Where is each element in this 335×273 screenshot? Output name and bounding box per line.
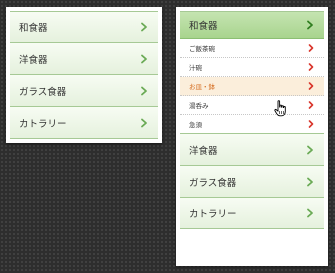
category-menu-expanded: 和食器 ご飯茶碗 汁碗 お皿・鉢 湯呑み 急須 洋食器 ガラス食器 カトラリー [176,7,328,266]
submenu-item-soup-bowl[interactable]: 汁碗 [180,58,324,77]
menu-item-glass[interactable]: ガラス食器 [180,166,324,198]
menu-item-label: 和食器 [189,21,218,32]
menu-item-label: 洋食器 [19,54,48,66]
submenu-item-teapot[interactable]: 急須 [180,115,324,134]
category-menu: 和食器 洋食器 ガラス食器 カトラリー [10,11,158,139]
submenu-item-label: お皿・鉢 [189,83,215,91]
chevron-right-icon [308,82,314,90]
chevron-right-icon [141,86,147,95]
menu-item-cutlery[interactable]: カトラリー [10,107,158,139]
menu-item-yoshokki[interactable]: 洋食器 [10,43,158,75]
chevron-right-icon [307,20,313,30]
chevron-right-icon [141,54,147,63]
chevron-right-icon [307,177,313,186]
menu-item-label: カトラリー [189,209,237,220]
category-menu: 和食器 ご飯茶碗 汁碗 お皿・鉢 湯呑み 急須 洋食器 ガラス食器 カトラリー [180,11,324,229]
menu-item-cutlery[interactable]: カトラリー [180,198,324,229]
category-menu-collapsed: 和食器 洋食器 ガラス食器 カトラリー [6,7,162,143]
menu-item-label: 和食器 [19,23,48,34]
submenu-item-label: ご飯茶碗 [189,45,215,53]
submenu-item-rice-bowl[interactable]: ご飯茶碗 [180,39,324,58]
chevron-right-icon [307,145,313,154]
hand-pointer-icon [274,100,286,117]
chevron-right-icon [308,101,314,109]
submenu-item-teacup[interactable]: 湯呑み [180,96,324,115]
chevron-right-icon [308,63,314,71]
chevron-right-icon [308,44,314,52]
menu-item-label: カトラリー [19,118,67,130]
chevron-right-icon [141,118,147,127]
menu-item-label: ガラス食器 [189,177,237,189]
submenu-item-label: 急須 [189,121,202,129]
menu-item-washokki-active[interactable]: 和食器 [180,11,324,39]
menu-item-glass[interactable]: ガラス食器 [10,75,158,107]
submenu-item-plates-bowls[interactable]: お皿・鉢 [180,77,324,96]
chevron-right-icon [308,120,314,128]
chevron-right-icon [141,22,147,32]
submenu-item-label: 湯呑み [189,102,209,110]
menu-item-washokki[interactable]: 和食器 [10,11,158,43]
submenu: ご飯茶碗 汁碗 お皿・鉢 湯呑み 急須 [180,39,324,134]
menu-item-label: 洋食器 [189,145,218,157]
submenu-item-label: 汁碗 [189,64,202,72]
menu-item-yoshokki[interactable]: 洋食器 [180,134,324,166]
chevron-right-icon [307,208,313,218]
menu-item-label: ガラス食器 [19,86,67,98]
